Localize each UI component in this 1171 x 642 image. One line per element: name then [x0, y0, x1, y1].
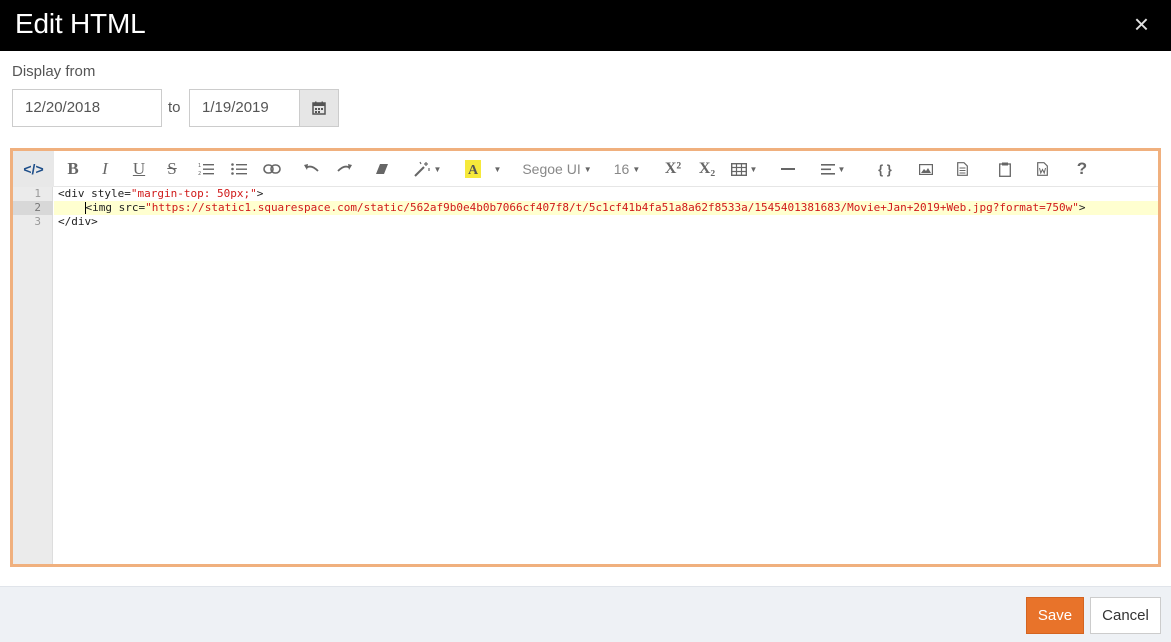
code-line-active: <img src="https://static1.squarespace.co… — [54, 201, 1158, 215]
calendar-icon — [312, 101, 326, 115]
code-tag: </div> — [58, 215, 98, 228]
document-button[interactable] — [951, 151, 973, 187]
html-editor: </> B I U S 12 ▼ A ▼ Segoe UI ▼ 16 ▼ X² … — [10, 148, 1161, 567]
code-tag: <div style= — [58, 187, 131, 200]
highlight-dropdown[interactable]: ▼ — [489, 151, 503, 187]
redo-button[interactable] — [333, 151, 357, 187]
font-size-value: 16 — [613, 161, 630, 177]
date-to-input[interactable]: 1/19/2019 — [189, 89, 300, 127]
code-tag: > — [1078, 201, 1086, 214]
line-number: 3 — [34, 215, 41, 228]
editor-toolbar: </> B I U S 12 ▼ A ▼ Segoe UI ▼ 16 ▼ X² … — [13, 151, 1158, 187]
undo-icon — [304, 164, 319, 172]
font-size-select[interactable]: 16 ▼ — [613, 151, 641, 187]
close-icon[interactable]: × — [1134, 11, 1149, 37]
ordered-list-icon: 12 — [198, 163, 214, 176]
clear-format-button[interactable] — [370, 151, 394, 187]
table-button[interactable]: ▼ — [727, 151, 761, 187]
link-button[interactable] — [260, 151, 284, 187]
strikethrough-button[interactable]: S — [160, 151, 184, 187]
superscript-button[interactable]: X² — [661, 151, 685, 187]
calendar-button[interactable] — [299, 89, 339, 127]
ordered-list-button[interactable]: 12 — [194, 151, 218, 187]
chevron-down-icon: ▼ — [749, 164, 758, 174]
line-number-gutter: 1 2 3 — [13, 187, 53, 564]
magic-style-button[interactable]: ▼ — [410, 151, 444, 187]
redo-icon — [337, 164, 352, 172]
bullet-list-button[interactable] — [227, 151, 251, 187]
date-from-input[interactable]: 12/20/2018 — [12, 89, 162, 127]
svg-text:A: A — [468, 163, 479, 178]
horizontal-rule-button[interactable] — [776, 151, 800, 187]
eraser-icon — [376, 164, 388, 174]
save-button[interactable]: Save — [1026, 597, 1084, 634]
to-label: to — [168, 99, 181, 116]
link-icon — [263, 164, 281, 174]
code-editor[interactable]: <div style="margin-top: 50px;"> <img src… — [54, 187, 1158, 564]
font-family-value: Segoe UI — [522, 161, 581, 177]
code-tag: > — [256, 187, 264, 200]
code-block-button[interactable]: { } — [872, 151, 898, 187]
italic-button[interactable]: I — [93, 151, 117, 187]
horizontal-rule-icon — [781, 168, 795, 170]
chevron-down-icon: ▼ — [433, 164, 442, 174]
modal-header: Edit HTML × — [0, 0, 1171, 51]
code-tag: <img src= — [85, 201, 146, 214]
modal-title: Edit HTML — [15, 8, 146, 39]
bold-button[interactable]: B — [61, 151, 85, 187]
highlight-button[interactable]: A — [463, 151, 483, 187]
magic-wand-icon — [413, 161, 430, 177]
modal-footer: Save Cancel — [0, 586, 1171, 642]
code-line: </div> — [54, 215, 98, 229]
align-button[interactable]: ▼ — [816, 151, 850, 187]
align-left-icon — [820, 163, 835, 175]
display-from-label: Display from — [12, 63, 96, 80]
line-number: 1 — [34, 187, 41, 200]
svg-text:2: 2 — [198, 171, 201, 176]
code-line: <div style="margin-top: 50px;"> — [54, 187, 263, 201]
word-document-icon — [1036, 162, 1048, 176]
cancel-button[interactable]: Cancel — [1090, 597, 1161, 634]
bullet-list-icon — [231, 163, 247, 175]
document-icon — [956, 162, 968, 176]
code-string: "margin-top: 50px;" — [130, 187, 257, 200]
svg-text:1: 1 — [198, 163, 201, 169]
code-string: "https://static1.squarespace.com/static/… — [145, 201, 1079, 214]
undo-button[interactable] — [299, 151, 323, 187]
chevron-down-icon: ▼ — [837, 164, 846, 174]
insert-image-button[interactable] — [915, 151, 937, 187]
text-highlight-icon: A — [465, 160, 481, 178]
table-icon — [730, 162, 747, 176]
help-button[interactable]: ? — [1071, 151, 1093, 187]
line-number: 2 — [13, 201, 53, 215]
image-icon — [919, 163, 933, 175]
chevron-down-icon: ▼ — [632, 164, 641, 174]
chevron-down-icon: ▼ — [583, 164, 592, 174]
subscript-button[interactable]: X₂ — [695, 151, 719, 187]
chevron-down-icon: ▼ — [493, 164, 502, 174]
font-family-select[interactable]: Segoe UI ▼ — [519, 151, 595, 187]
code-view-button[interactable]: </> — [13, 151, 54, 187]
paste-button[interactable] — [994, 151, 1016, 187]
paste-word-button[interactable] — [1031, 151, 1053, 187]
underline-button[interactable]: U — [127, 151, 151, 187]
clipboard-icon — [999, 162, 1011, 177]
